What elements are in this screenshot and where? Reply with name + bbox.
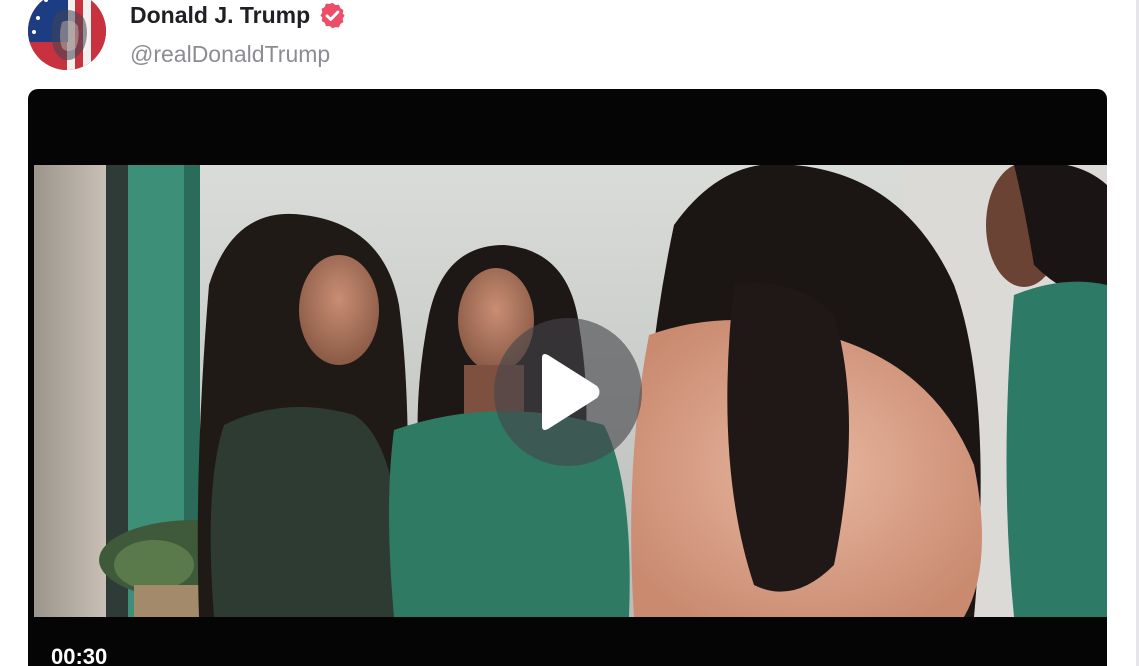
author-handle[interactable]: @realDonaldTrump xyxy=(130,41,330,68)
post-card: Donald J. Trump @realDonaldTrump 00:30 xyxy=(0,0,1139,666)
play-button[interactable] xyxy=(494,318,642,466)
author-name[interactable]: Donald J. Trump xyxy=(130,2,310,29)
avatar-image xyxy=(28,0,106,70)
verified-badge-icon xyxy=(320,2,345,28)
avatar[interactable] xyxy=(28,0,106,70)
video-duration: 00:30 xyxy=(51,644,108,666)
play-icon xyxy=(542,354,600,430)
video-player[interactable]: 00:30 xyxy=(28,89,1107,666)
author-row: Donald J. Trump xyxy=(130,0,347,30)
